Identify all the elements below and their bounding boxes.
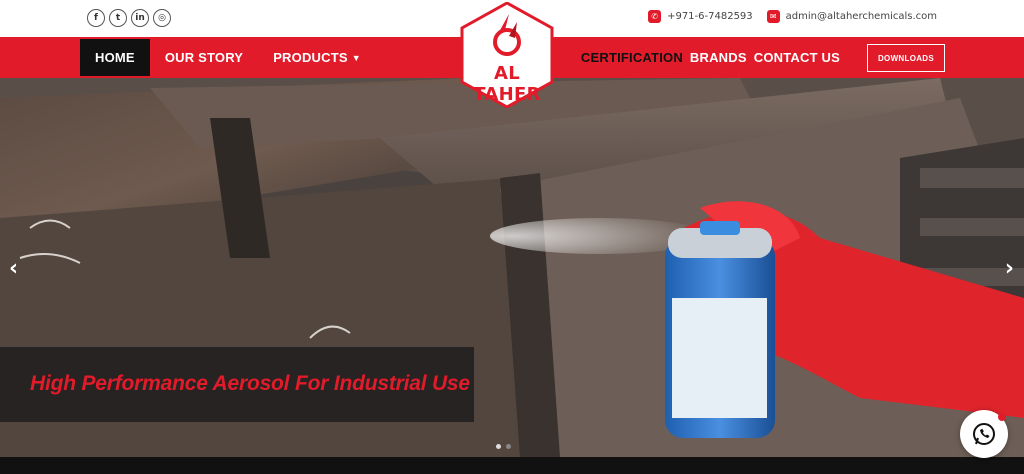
brand-name: AL TAHER [473,63,541,105]
hero-slider: ‹ › High Performance Aerosol For Industr… [0,78,1024,457]
nav-certification[interactable]: CERTIFICATION [581,50,683,65]
whatsapp-icon [973,423,995,445]
prev-slide-arrow[interactable]: ‹ [9,256,18,281]
phone-contact[interactable]: ✆ +971-6-7482593 [648,10,753,23]
downloads-button[interactable]: DOWNLOADS [867,44,945,72]
nav-left: HOME OUR STORY PRODUCTS ▼ [80,39,376,76]
chevron-down-icon: ▼ [351,52,361,63]
phone-number: +971-6-7482593 [667,11,753,22]
contact-info: ✆ +971-6-7482593 ✉ admin@altaherchemical… [648,10,937,23]
page: f t in ◎ ✆ +971-6-7482593 ✉ admin@altahe… [0,0,1024,474]
whatsapp-button[interactable] [960,410,1008,458]
hero-caption-box: High Performance Aerosol For Industrial … [0,347,474,422]
nav-contact-us[interactable]: CONTACT US [754,50,840,65]
twitter-icon[interactable]: t [109,9,127,27]
next-slide-arrow[interactable]: › [1005,256,1014,281]
linkedin-icon[interactable]: in [131,9,149,27]
brand-logo[interactable]: AL TAHER [459,1,555,109]
hero-caption: High Performance Aerosol For Industrial … [30,372,470,395]
nav-brands[interactable]: BRANDS [690,50,747,65]
bottom-bar [0,457,1024,474]
email-contact[interactable]: ✉ admin@altaherchemicals.com [766,10,937,23]
phone-icon: ✆ [648,10,662,23]
social-links: f t in ◎ [87,9,171,27]
nav-our-story[interactable]: OUR STORY [150,39,258,76]
nav-home[interactable]: HOME [80,39,150,76]
facebook-icon[interactable]: f [87,9,105,27]
email-address: admin@altaherchemicals.com [785,11,937,22]
slide-dot[interactable] [506,444,511,449]
nav-products[interactable]: PRODUCTS ▼ [258,39,376,76]
instagram-icon[interactable]: ◎ [153,9,171,27]
notification-badge [998,413,1006,421]
nav-right: CERTIFICATION BRANDS CONTACT US [581,39,840,76]
slide-dot[interactable] [496,444,501,449]
mail-icon: ✉ [766,10,780,23]
slide-indicators [496,444,511,449]
nav-products-label: PRODUCTS [273,50,348,65]
